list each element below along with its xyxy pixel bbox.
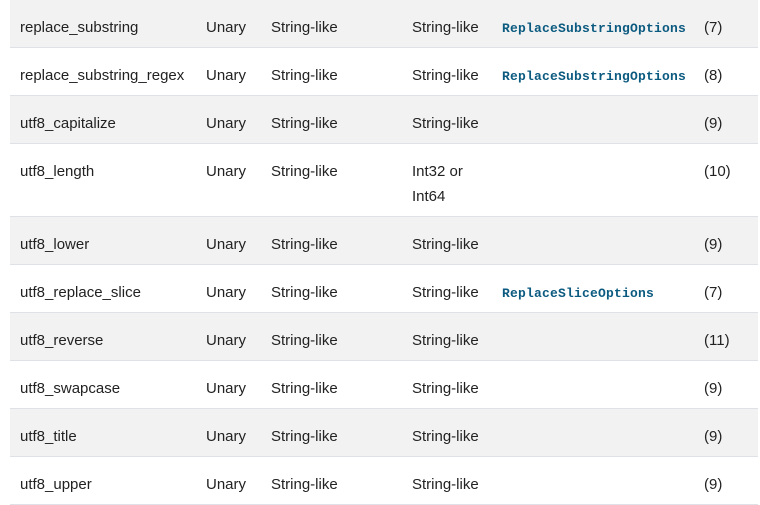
arity: Unary	[206, 332, 247, 349]
table-row: utf8_reverse Unary String-like String-li…	[10, 313, 758, 361]
output-type: String-like	[412, 115, 479, 132]
output-type: String-like	[412, 284, 479, 301]
table-row: replace_substring_regex Unary String-lik…	[10, 48, 758, 96]
table-row: utf8_title Unary String-like String-like…	[10, 409, 758, 457]
notes: (11)	[704, 332, 730, 349]
arity: Unary	[206, 380, 247, 397]
arity: Unary	[206, 284, 247, 301]
options-class-link[interactable]: ReplaceSliceOptions	[502, 281, 654, 306]
notes: (9)	[704, 428, 723, 445]
table-row: replace_substring Unary String-like Stri…	[10, 0, 758, 48]
table-row: utf8_swapcase Unary String-like String-l…	[10, 361, 758, 409]
function-name: utf8_replace_slice	[20, 284, 141, 301]
notes: (8)	[704, 67, 723, 84]
input-types: String-like	[271, 163, 338, 180]
output-type: String-like	[412, 428, 479, 445]
output-type: String-like	[412, 332, 479, 349]
input-types: String-like	[271, 115, 338, 132]
output-type: String-like	[412, 67, 479, 84]
function-name: utf8_upper	[20, 476, 92, 493]
input-types: String-like	[271, 476, 338, 493]
notes: (9)	[704, 380, 723, 397]
functions-table: replace_substring Unary String-like Stri…	[10, 0, 758, 505]
function-name: replace_substring_regex	[20, 67, 185, 84]
function-name: utf8_capitalize	[20, 115, 116, 132]
arity: Unary	[206, 67, 247, 84]
notes: (9)	[704, 115, 723, 132]
arity: Unary	[206, 115, 247, 132]
output-type: String-like	[412, 476, 479, 493]
input-types: String-like	[271, 380, 338, 397]
arity: Unary	[206, 163, 247, 180]
function-name: utf8_swapcase	[20, 380, 121, 397]
output-type: String-like	[412, 19, 479, 36]
table-row: utf8_upper Unary String-like String-like…	[10, 457, 758, 505]
table-row: utf8_capitalize Unary String-like String…	[10, 96, 758, 144]
output-type: String-like	[412, 236, 479, 253]
function-name: utf8_title	[20, 428, 77, 445]
function-name: utf8_length	[20, 163, 95, 180]
notes: (7)	[704, 19, 723, 36]
notes: (10)	[704, 163, 731, 180]
notes: (7)	[704, 284, 723, 301]
options-class-link[interactable]: ReplaceSubstringOptions	[502, 64, 686, 89]
table-row: utf8_lower Unary String-like String-like…	[10, 217, 758, 265]
input-types: String-like	[271, 19, 338, 36]
arity: Unary	[206, 19, 247, 36]
options-class-link[interactable]: ReplaceSubstringOptions	[502, 16, 686, 41]
output-type: String-like	[412, 380, 479, 397]
arity: Unary	[206, 476, 247, 493]
table-row: utf8_replace_slice Unary String-like Str…	[10, 265, 758, 313]
input-types: String-like	[271, 428, 338, 445]
notes: (9)	[704, 476, 723, 493]
function-name: replace_substring	[20, 19, 139, 36]
input-types: String-like	[271, 332, 338, 349]
input-types: String-like	[271, 67, 338, 84]
notes: (9)	[704, 236, 723, 253]
table-row: utf8_length Unary String-like Int32 or I…	[10, 144, 758, 217]
arity: Unary	[206, 428, 247, 445]
arity: Unary	[206, 236, 247, 253]
function-name: utf8_reverse	[20, 332, 104, 349]
input-types: String-like	[271, 284, 338, 301]
output-type: Int32 or Int64	[412, 163, 463, 205]
input-types: String-like	[271, 236, 338, 253]
function-name: utf8_lower	[20, 236, 90, 253]
